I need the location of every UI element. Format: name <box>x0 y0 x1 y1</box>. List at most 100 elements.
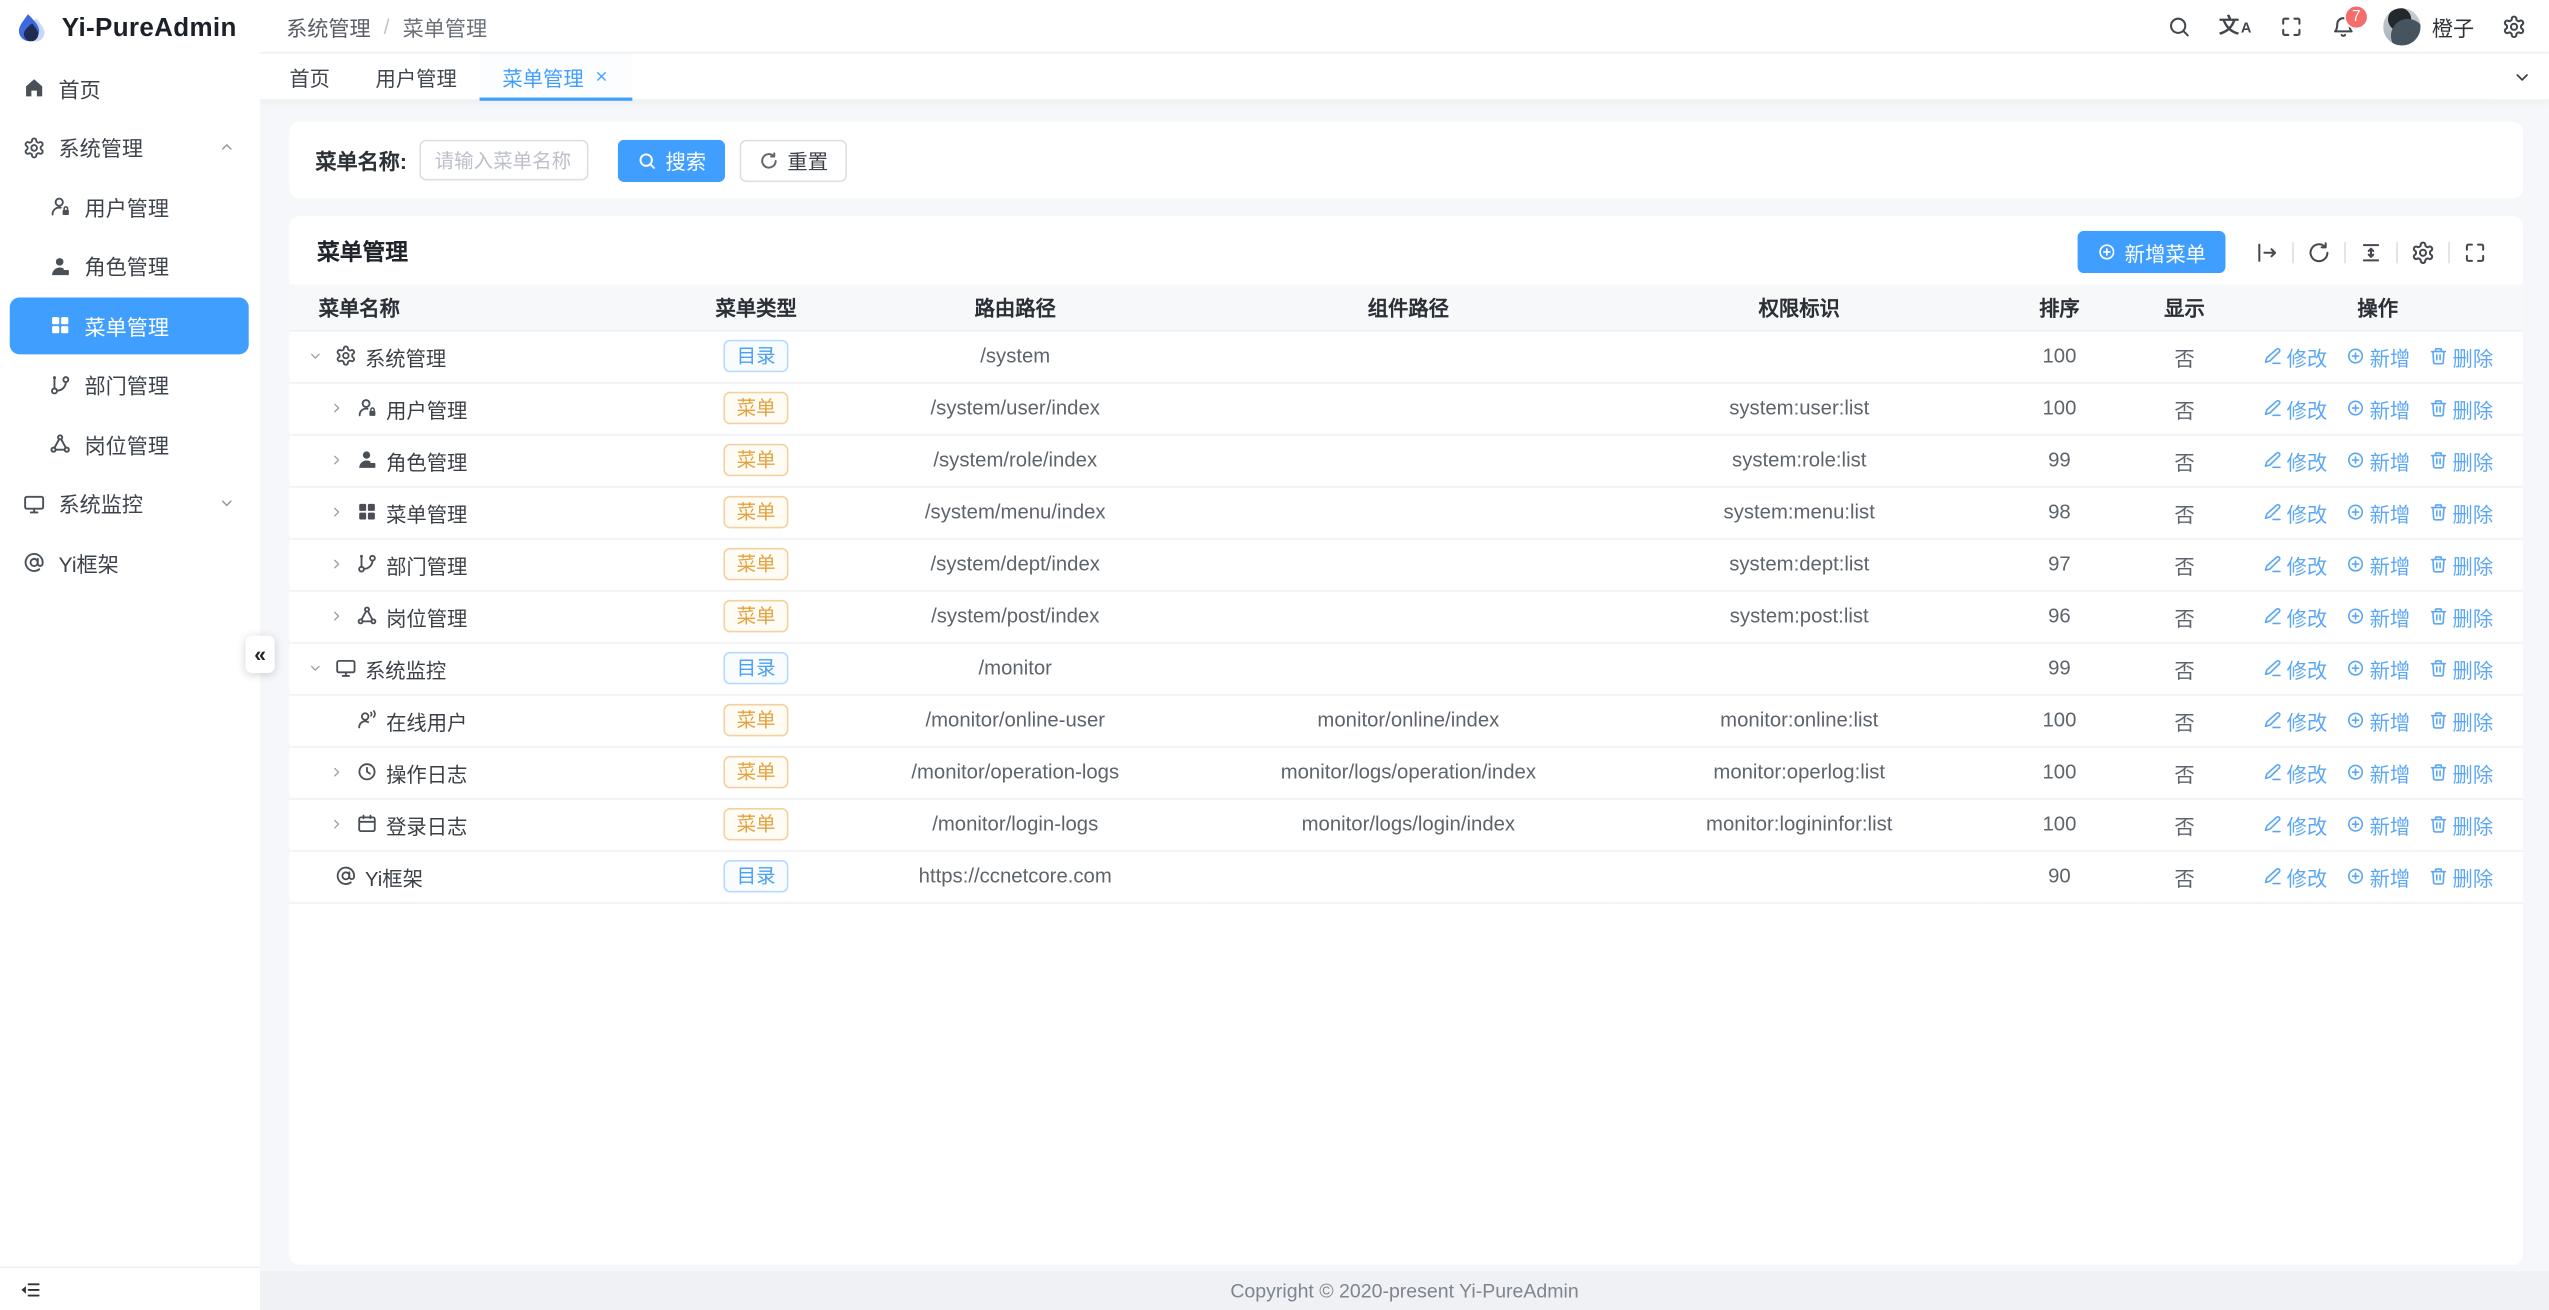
action-label: 删除 <box>2453 809 2494 840</box>
edit-button[interactable]: 修改 <box>2262 393 2327 424</box>
avatar[interactable] <box>2383 7 2420 44</box>
tab-home[interactable]: 首页 <box>267 54 353 100</box>
row-actions: 修改新增删除 <box>2242 705 2513 736</box>
component-path-cell <box>1201 382 1616 434</box>
settings-button[interactable] <box>2502 14 2526 38</box>
sidebar-item-home[interactable]: 首页 <box>10 59 249 116</box>
translate-en-glyph: A <box>2241 22 2252 37</box>
edit-button[interactable]: 修改 <box>2262 445 2327 476</box>
visible-cell: 否 <box>2136 746 2232 798</box>
add-button[interactable]: 新增 <box>2345 497 2410 528</box>
sidebar-collapse-button[interactable]: « <box>245 636 274 673</box>
tabs-dropdown-button[interactable] <box>2494 54 2549 100</box>
refresh-button[interactable] <box>2294 240 2344 264</box>
delete-button[interactable]: 删除 <box>2428 497 2493 528</box>
water-drop-icon <box>13 11 50 48</box>
fullscreen-button[interactable] <box>2279 14 2303 38</box>
add-button[interactable]: 新增 <box>2345 861 2410 892</box>
add-button[interactable]: 新增 <box>2345 653 2410 684</box>
expand-arrow[interactable] <box>304 660 327 676</box>
sidebar-item-dept[interactable]: 部门管理 <box>10 356 249 413</box>
delete-button[interactable]: 删除 <box>2428 705 2493 736</box>
monitor-icon <box>335 657 357 679</box>
menu-type-cell: 菜单 <box>682 746 829 798</box>
tab-close-button[interactable] <box>593 68 609 84</box>
user-menu[interactable]: 橙子 <box>2383 7 2474 44</box>
tab-user[interactable]: 用户管理 <box>353 54 480 100</box>
expand-arrow[interactable] <box>304 348 327 364</box>
edit-button[interactable]: 修改 <box>2262 809 2327 840</box>
menu-name-cell: 角色管理 <box>289 434 682 486</box>
sidebar-item-label: 系统管理 <box>59 132 205 163</box>
sidebar-item-label: 菜单管理 <box>85 310 236 341</box>
edit-button[interactable]: 修改 <box>2262 653 2327 684</box>
permission-cell <box>1616 330 1982 382</box>
edit-button[interactable]: 修改 <box>2262 341 2327 372</box>
column-header: 组件路径 <box>1201 284 1616 330</box>
menu-fold-button[interactable] <box>18 1277 42 1301</box>
delete-button[interactable]: 删除 <box>2428 809 2493 840</box>
breadcrumb-item[interactable]: 系统管理 <box>286 11 371 42</box>
notifications-button[interactable]: 7 <box>2331 14 2355 38</box>
edit-button[interactable]: 修改 <box>2262 549 2327 580</box>
add-button[interactable]: 新增 <box>2345 705 2410 736</box>
search-submit-button[interactable]: 搜索 <box>618 139 725 181</box>
delete-button[interactable]: 删除 <box>2428 861 2493 892</box>
menu-name-input[interactable] <box>420 140 589 181</box>
search-button[interactable] <box>2167 14 2191 38</box>
edit-button[interactable]: 修改 <box>2262 757 2327 788</box>
collapse-right-button[interactable] <box>2242 240 2292 264</box>
sidebar-item-system[interactable]: 系统管理 <box>10 119 249 176</box>
add-button[interactable]: 新增 <box>2345 341 2410 372</box>
route-path-cell: /system/dept/index <box>830 538 1201 590</box>
action-label: 删除 <box>2453 549 2494 580</box>
table-row: 角色管理菜单/system/role/indexsystem:role:list… <box>289 434 2523 486</box>
sidebar-item-user[interactable]: 用户管理 <box>10 178 249 235</box>
gear-button[interactable] <box>2398 240 2448 264</box>
expand-arrow[interactable] <box>325 608 348 624</box>
sidebar-item-role[interactable]: 角色管理 <box>10 237 249 294</box>
expand-arrow[interactable] <box>325 452 348 468</box>
edit-button[interactable]: 修改 <box>2262 601 2327 632</box>
add-button[interactable]: 新增 <box>2345 757 2410 788</box>
sidebar-item-yiframe[interactable]: Yi框架 <box>10 534 249 591</box>
full-button[interactable] <box>2450 240 2500 264</box>
add-menu-button[interactable]: 新增菜单 <box>2078 231 2226 273</box>
main-area: 系统管理 / 菜单管理 文A 7 橙子 首页用户管理菜单管理 <box>260 0 2549 1310</box>
add-button[interactable]: 新增 <box>2345 445 2410 476</box>
column-header: 显示 <box>2136 284 2232 330</box>
edit-icon <box>2262 398 2282 418</box>
density-button[interactable] <box>2346 240 2396 264</box>
add-button[interactable]: 新增 <box>2345 549 2410 580</box>
sidebar-item-post[interactable]: 岗位管理 <box>10 415 249 472</box>
reset-button[interactable]: 重置 <box>740 139 847 181</box>
table-toolbar-icons <box>2242 240 2500 264</box>
plus-circle-icon <box>2345 398 2365 418</box>
add-button[interactable]: 新增 <box>2345 393 2410 424</box>
edit-button[interactable]: 修改 <box>2262 861 2327 892</box>
sidebar-item-monitor[interactable]: 系统监控 <box>10 475 249 532</box>
edit-button[interactable]: 修改 <box>2262 705 2327 736</box>
expand-arrow[interactable] <box>325 504 348 520</box>
tab-menu[interactable]: 菜单管理 <box>480 54 633 100</box>
add-button[interactable]: 新增 <box>2345 601 2410 632</box>
add-button[interactable]: 新增 <box>2345 809 2410 840</box>
expand-arrow[interactable] <box>325 556 348 572</box>
action-label: 新增 <box>2370 653 2411 684</box>
delete-button[interactable]: 删除 <box>2428 653 2493 684</box>
delete-button[interactable]: 删除 <box>2428 757 2493 788</box>
translate-button[interactable]: 文A <box>2219 16 2252 36</box>
menu-name-label: 菜单管理 <box>386 497 467 528</box>
delete-button[interactable]: 删除 <box>2428 341 2493 372</box>
type-tag: 菜单 <box>724 756 789 789</box>
menu-name-cell: 操作日志 <box>289 746 682 798</box>
delete-button[interactable]: 删除 <box>2428 393 2493 424</box>
delete-button[interactable]: 删除 <box>2428 445 2493 476</box>
expand-arrow[interactable] <box>325 764 348 780</box>
edit-button[interactable]: 修改 <box>2262 497 2327 528</box>
delete-button[interactable]: 删除 <box>2428 549 2493 580</box>
delete-button[interactable]: 删除 <box>2428 601 2493 632</box>
expand-arrow[interactable] <box>325 816 348 832</box>
expand-arrow[interactable] <box>325 400 348 416</box>
sidebar-item-menu[interactable]: 菜单管理 <box>10 297 249 354</box>
